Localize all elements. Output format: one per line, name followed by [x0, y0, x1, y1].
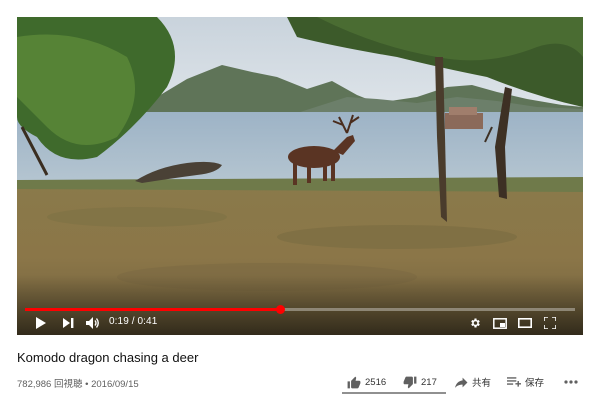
control-bar: 0:19 / 0:41: [17, 315, 583, 331]
dislike-count: 217: [421, 376, 437, 388]
more-horizontal-icon: [564, 380, 578, 384]
share-label: 共有: [472, 378, 492, 389]
gear-icon: [471, 318, 480, 328]
time-separator: /: [128, 316, 138, 327]
fullscreen-button[interactable]: [543, 315, 557, 331]
progress-played: [25, 308, 280, 311]
play-button[interactable]: [33, 315, 47, 331]
thumbs-up-icon: [347, 376, 361, 388]
video-player[interactable]: 0:19 / 0:41: [17, 17, 583, 335]
volume-button[interactable]: [85, 315, 101, 331]
view-count: 782,986 回視聴: [17, 379, 83, 390]
like-button[interactable]: 2516: [347, 374, 386, 390]
progress-scrubber[interactable]: [275, 305, 285, 314]
share-icon: [455, 377, 468, 388]
like-count: 2516: [365, 376, 387, 388]
time-display: 0:19 / 0:41: [109, 316, 157, 327]
share-button[interactable]: 共有: [455, 374, 491, 390]
more-actions-button[interactable]: [562, 374, 580, 390]
theater-button[interactable]: [517, 315, 533, 331]
next-icon: [62, 318, 73, 328]
miniplayer-icon: [493, 317, 507, 329]
meta-bullet: •: [82, 379, 92, 390]
video-title: Komodo dragon chasing a deer: [17, 350, 199, 365]
save-label: 保存: [525, 378, 545, 389]
fullscreen-icon: [544, 317, 556, 329]
theater-icon: [518, 318, 532, 328]
thumbs-down-icon: [403, 376, 417, 388]
save-button[interactable]: 保存: [507, 374, 544, 390]
settings-button[interactable]: [468, 315, 482, 331]
play-icon: [35, 317, 46, 329]
miniplayer-button[interactable]: [492, 315, 508, 331]
upload-date: 2016/09/15: [91, 379, 139, 390]
next-button[interactable]: [61, 315, 75, 331]
like-ratio-bar: [342, 392, 446, 394]
volume-icon: [85, 317, 99, 329]
progress-bar[interactable]: [25, 305, 575, 314]
duration: 0:41: [137, 316, 158, 327]
video-meta: 782,986 回視聴 • 2016/09/15: [17, 376, 139, 390]
current-time: 0:19: [109, 316, 129, 327]
playlist-add-icon: [507, 376, 521, 387]
dislike-button[interactable]: 217: [403, 374, 437, 390]
